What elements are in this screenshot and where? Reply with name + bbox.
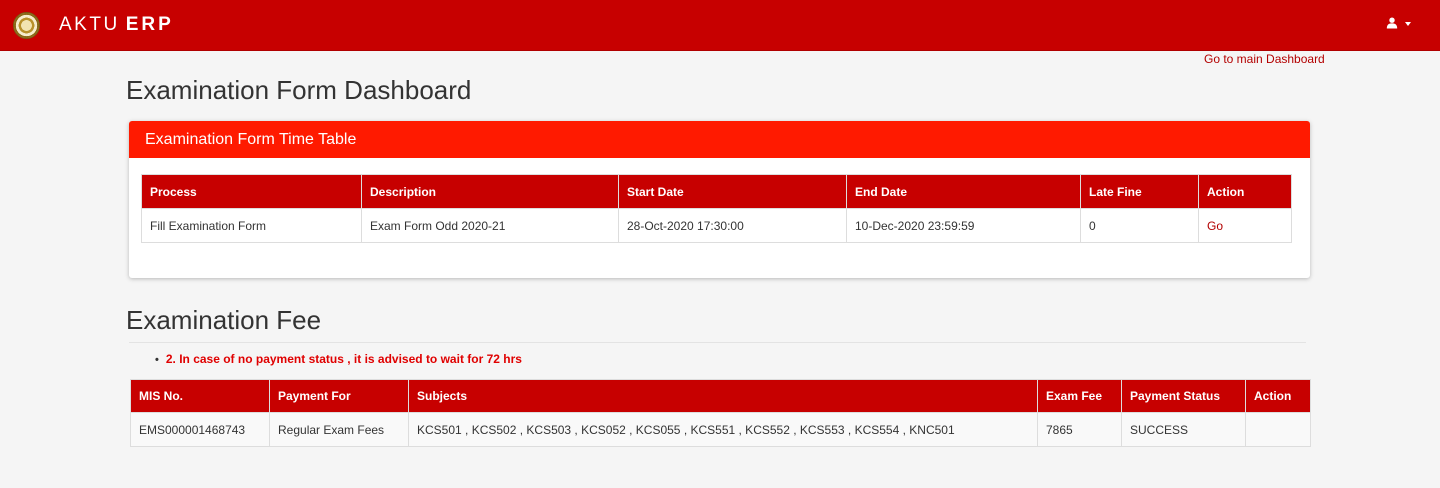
timetable-panel-heading: Examination Form Time Table: [129, 121, 1310, 158]
top-navbar: AKTU ERP: [0, 0, 1440, 51]
column-header-end-date: End Date: [846, 174, 1081, 209]
fee-table: MIS No. Payment For Subjects Exam Fee Pa…: [130, 379, 1311, 447]
fee-action-cell: [1245, 412, 1311, 447]
mis-no-cell: EMS000001468743: [130, 412, 270, 447]
user-menu-dropdown[interactable]: [1386, 13, 1416, 35]
table-row: Fill Examination Form Exam Form Odd 2020…: [141, 208, 1292, 243]
description-cell: Exam Form Odd 2020-21: [361, 208, 619, 243]
go-link[interactable]: Go: [1207, 219, 1223, 233]
subjects-cell: KCS501 , KCS502 , KCS503 , KCS052 , KCS0…: [408, 412, 1038, 447]
examination-fee-title: Examination Fee: [126, 305, 322, 335]
start-date-cell: 28-Oct-2020 17:30:00: [618, 208, 847, 243]
column-header-exam-fee: Exam Fee: [1037, 379, 1122, 413]
column-header-description: Description: [361, 174, 619, 209]
brand-prefix: AKTU: [59, 14, 120, 35]
action-cell: Go: [1198, 208, 1292, 243]
column-header-payment-status: Payment Status: [1121, 379, 1246, 413]
timetable-panel: Examination Form Time Table Process Desc…: [129, 121, 1310, 278]
fee-header-row: MIS No. Payment For Subjects Exam Fee Pa…: [130, 379, 1311, 413]
payment-for-cell: Regular Exam Fees: [269, 412, 409, 447]
column-header-action: Action: [1198, 174, 1292, 209]
caret-down-icon: [1405, 22, 1411, 26]
brand-title[interactable]: AKTU ERP: [59, 14, 174, 36]
column-header-mis-no: MIS No.: [130, 379, 270, 413]
column-header-fee-action: Action: [1245, 379, 1311, 413]
user-icon: [1386, 17, 1398, 29]
page-title: Examination Form Dashboard: [126, 75, 472, 105]
fee-notes-list: 2. In case of no payment status , it is …: [155, 352, 522, 368]
university-seal-logo[interactable]: [13, 12, 40, 39]
column-header-subjects: Subjects: [408, 379, 1038, 413]
timetable-header-row: Process Description Start Date End Date …: [141, 174, 1292, 209]
timetable-table: Process Description Start Date End Date …: [141, 174, 1292, 243]
payment-status-note: 2. In case of no payment status , it is …: [155, 352, 522, 368]
section-divider: [129, 342, 1306, 343]
process-cell: Fill Examination Form: [141, 208, 362, 243]
column-header-late-fine: Late Fine: [1080, 174, 1199, 209]
column-header-payment-for: Payment For: [269, 379, 409, 413]
exam-fee-cell: 7865: [1037, 412, 1122, 447]
column-header-process: Process: [141, 174, 362, 209]
table-row: EMS000001468743 Regular Exam Fees KCS501…: [130, 412, 1311, 447]
payment-status-cell: SUCCESS: [1121, 412, 1246, 447]
column-header-start-date: Start Date: [618, 174, 847, 209]
end-date-cell: 10-Dec-2020 23:59:59: [846, 208, 1081, 243]
late-fine-cell: 0: [1080, 208, 1199, 243]
brand-suffix: ERP: [125, 14, 174, 35]
go-to-main-dashboard-link[interactable]: Go to main Dashboard: [1204, 52, 1325, 66]
